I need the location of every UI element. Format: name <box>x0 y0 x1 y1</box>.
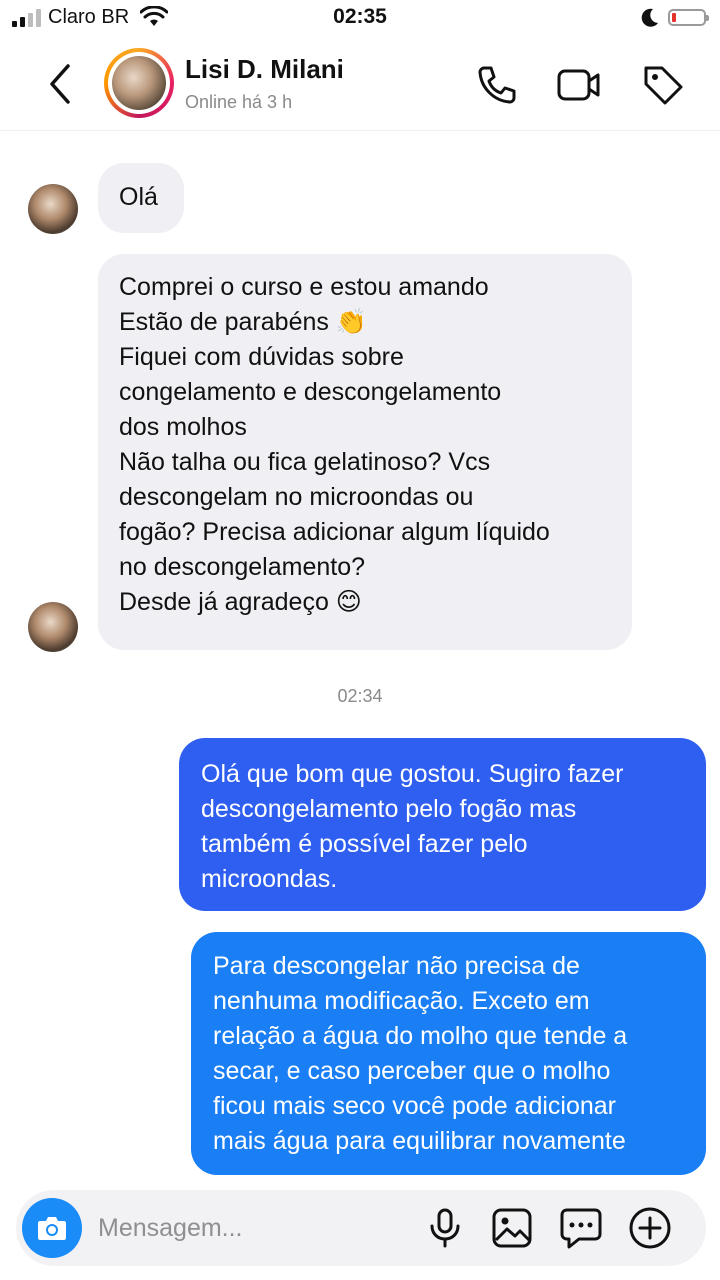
chat-header: Lisi D. Milani Online há 3 h <box>0 38 720 131</box>
message-line: Para descongelar não precisa de <box>213 952 580 980</box>
camera-button[interactable] <box>22 1198 82 1258</box>
message-line: Olá que bom que gostou. Sugiro fazer <box>201 760 624 788</box>
message-line: fogão? Precisa adicionar algum líquido <box>119 518 550 546</box>
sender-avatar[interactable] <box>28 184 78 234</box>
outgoing-message[interactable]: Olá que bom que gostou. Sugiro fazer des… <box>179 738 706 911</box>
message-line: Desde já agradeço 😊 <box>119 588 362 616</box>
message-line: secar, e caso perceber que o molho <box>213 1057 611 1085</box>
sticker-chat-icon[interactable] <box>557 1204 605 1252</box>
message-input[interactable] <box>98 1210 398 1246</box>
message-line: descongelam no microondas ou <box>119 483 474 511</box>
message-line: congelamento e descongelamento <box>119 378 502 406</box>
plus-circle-icon[interactable] <box>626 1204 674 1252</box>
message-composer <box>16 1190 706 1266</box>
message-line: no descongelamento? <box>119 553 366 581</box>
camera-icon <box>38 1217 66 1240</box>
message-line: dos molhos <box>119 413 247 441</box>
moon-icon <box>641 8 658 27</box>
message-text: Olá <box>119 183 158 211</box>
phone-icon[interactable] <box>474 62 520 108</box>
message-line: Comprei o curso e estou amando <box>119 273 489 301</box>
message-line: também é possível fazer pelo <box>201 830 528 858</box>
message-timestamp: 02:34 <box>337 686 383 706</box>
outgoing-message[interactable]: Para descongelar não precisa de nenhuma … <box>191 932 706 1175</box>
message-line: descongelamento pelo fogão mas <box>201 795 577 823</box>
contact-status: Online há 3 h <box>185 92 293 112</box>
sender-avatar[interactable] <box>28 602 78 652</box>
message-line: Fiquei com dúvidas sobre <box>119 343 404 371</box>
contact-avatar-story-ring[interactable] <box>104 48 174 118</box>
message-line: Não talha ou fica gelatinoso? Vcs <box>119 448 491 476</box>
microphone-icon[interactable] <box>421 1204 469 1252</box>
status-bar: Claro BR 02:35 <box>0 0 720 38</box>
message-line: ficou mais seco você pode adicionar <box>213 1092 617 1120</box>
message-line: Estão de parabéns 👏 <box>119 308 367 336</box>
tag-icon[interactable] <box>640 62 686 108</box>
avatar <box>112 56 166 110</box>
message-line: relação a água do molho que tende a <box>213 1022 628 1050</box>
message-line: microondas. <box>201 865 338 893</box>
gallery-icon[interactable] <box>488 1204 536 1252</box>
contact-name[interactable]: Lisi D. Milani <box>185 54 344 85</box>
message-line: mais água para equilibrar novamente <box>213 1127 626 1155</box>
incoming-message[interactable]: Olá <box>98 163 184 233</box>
battery-icon <box>668 9 709 26</box>
video-camera-icon[interactable] <box>556 62 602 108</box>
incoming-message[interactable]: Comprei o curso e estou amando Estão de … <box>98 254 632 650</box>
message-line: nenhuma modificação. Exceto em <box>213 987 590 1015</box>
back-chevron-icon[interactable] <box>40 60 80 108</box>
status-time: 02:35 <box>333 5 387 28</box>
